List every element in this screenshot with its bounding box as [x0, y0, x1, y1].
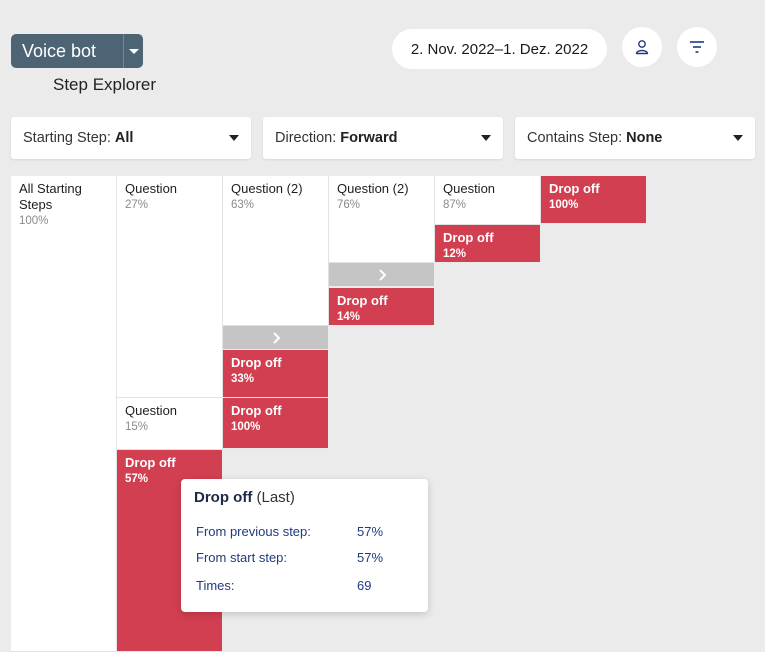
- date-range-picker[interactable]: 2. Nov. 2022–1. Dez. 2022: [392, 29, 607, 69]
- step-name: Question (2): [231, 181, 303, 196]
- step-name: Drop off: [231, 403, 282, 418]
- step-name: Drop off: [337, 293, 388, 308]
- step-percent: 27%: [125, 199, 149, 211]
- step-percent: 12%: [443, 248, 467, 260]
- step-question-4[interactable]: Question 87%: [435, 176, 541, 225]
- step-percent: 63%: [231, 199, 255, 211]
- tooltip-title-main: Drop off: [194, 489, 253, 506]
- step-percent: 100%: [231, 421, 261, 433]
- bot-selector-button[interactable]: Voice bot: [11, 34, 143, 68]
- direction-key: Direction:: [275, 130, 337, 146]
- step-dropoff-5[interactable]: Drop off 100%: [541, 176, 646, 224]
- tooltip-value: 57%: [357, 550, 384, 565]
- chevron-down-icon: [229, 135, 239, 141]
- step-percent: 100%: [19, 215, 49, 227]
- tooltip-label: Times:: [196, 578, 235, 593]
- contains-step-key: Contains Step:: [527, 130, 623, 146]
- step-name: Question: [125, 181, 178, 196]
- tooltip-value: 57%: [357, 524, 384, 539]
- filter-button[interactable]: [677, 27, 717, 67]
- direction-select[interactable]: Direction: Forward: [263, 117, 503, 159]
- step-question-1a[interactable]: Question 27%: [117, 176, 223, 398]
- user-icon: [635, 40, 649, 55]
- step-percent: 33%: [231, 373, 255, 385]
- step-name: Drop off: [549, 181, 600, 196]
- step-name: Question: [125, 403, 178, 418]
- step-question2-3[interactable]: Question (2) 76%: [329, 176, 435, 263]
- step-name: All Starting Steps: [19, 181, 82, 212]
- step-name: Drop off: [231, 355, 282, 370]
- expand-step-button[interactable]: [329, 263, 434, 286]
- step-name: Drop off: [125, 455, 176, 470]
- page-title: Step Explorer: [53, 75, 156, 94]
- starting-step-key: Starting Step:: [23, 130, 111, 146]
- tooltip-label: From start step:: [196, 550, 288, 565]
- step-tooltip: Drop off (Last) From previous step: 57% …: [181, 479, 428, 612]
- step-percent: 76%: [337, 199, 361, 211]
- step-dropoff-4[interactable]: Drop off 12%: [435, 225, 540, 263]
- tooltip-label: From previous step:: [196, 524, 311, 539]
- starting-step-select[interactable]: Starting Step: All: [11, 117, 251, 159]
- step-percent: 100%: [549, 199, 579, 211]
- step-dropoff-2b[interactable]: Drop off 100%: [223, 398, 328, 449]
- step-percent: 87%: [443, 199, 467, 211]
- step-percent: 14%: [337, 311, 361, 323]
- filter-icon: [690, 41, 704, 53]
- starting-step-value: All: [114, 130, 134, 146]
- step-name: Question: [443, 181, 496, 196]
- bot-selector-label: Voice bot: [22, 40, 97, 61]
- step-name: Drop off: [443, 230, 494, 245]
- direction-value: Forward: [340, 130, 398, 146]
- step-all-starting[interactable]: All Starting Steps 100%: [11, 176, 117, 652]
- chevron-right-icon: [272, 331, 280, 344]
- contains-step-value: None: [626, 130, 663, 146]
- step-dropoff-3[interactable]: Drop off 14%: [329, 288, 434, 326]
- user-button[interactable]: [622, 27, 662, 67]
- chevron-right-icon: [378, 268, 386, 281]
- chevron-down-icon[interactable]: [124, 48, 143, 54]
- step-question-1b[interactable]: Question 15%: [117, 398, 223, 450]
- tooltip-title-sub: (Last): [256, 489, 295, 506]
- step-question2-2a[interactable]: Question (2) 63%: [223, 176, 329, 326]
- step-dropoff-2a[interactable]: Drop off 33%: [223, 350, 328, 398]
- tooltip-title: Drop off (Last): [194, 489, 415, 506]
- chevron-down-icon: [481, 135, 491, 141]
- contains-step-select[interactable]: Contains Step: None: [515, 117, 755, 159]
- step-name: Question (2): [337, 181, 409, 196]
- step-percent: 15%: [125, 421, 149, 433]
- expand-step-button[interactable]: [223, 326, 328, 349]
- tooltip-value: 69: [357, 578, 372, 593]
- chevron-down-icon: [733, 135, 743, 141]
